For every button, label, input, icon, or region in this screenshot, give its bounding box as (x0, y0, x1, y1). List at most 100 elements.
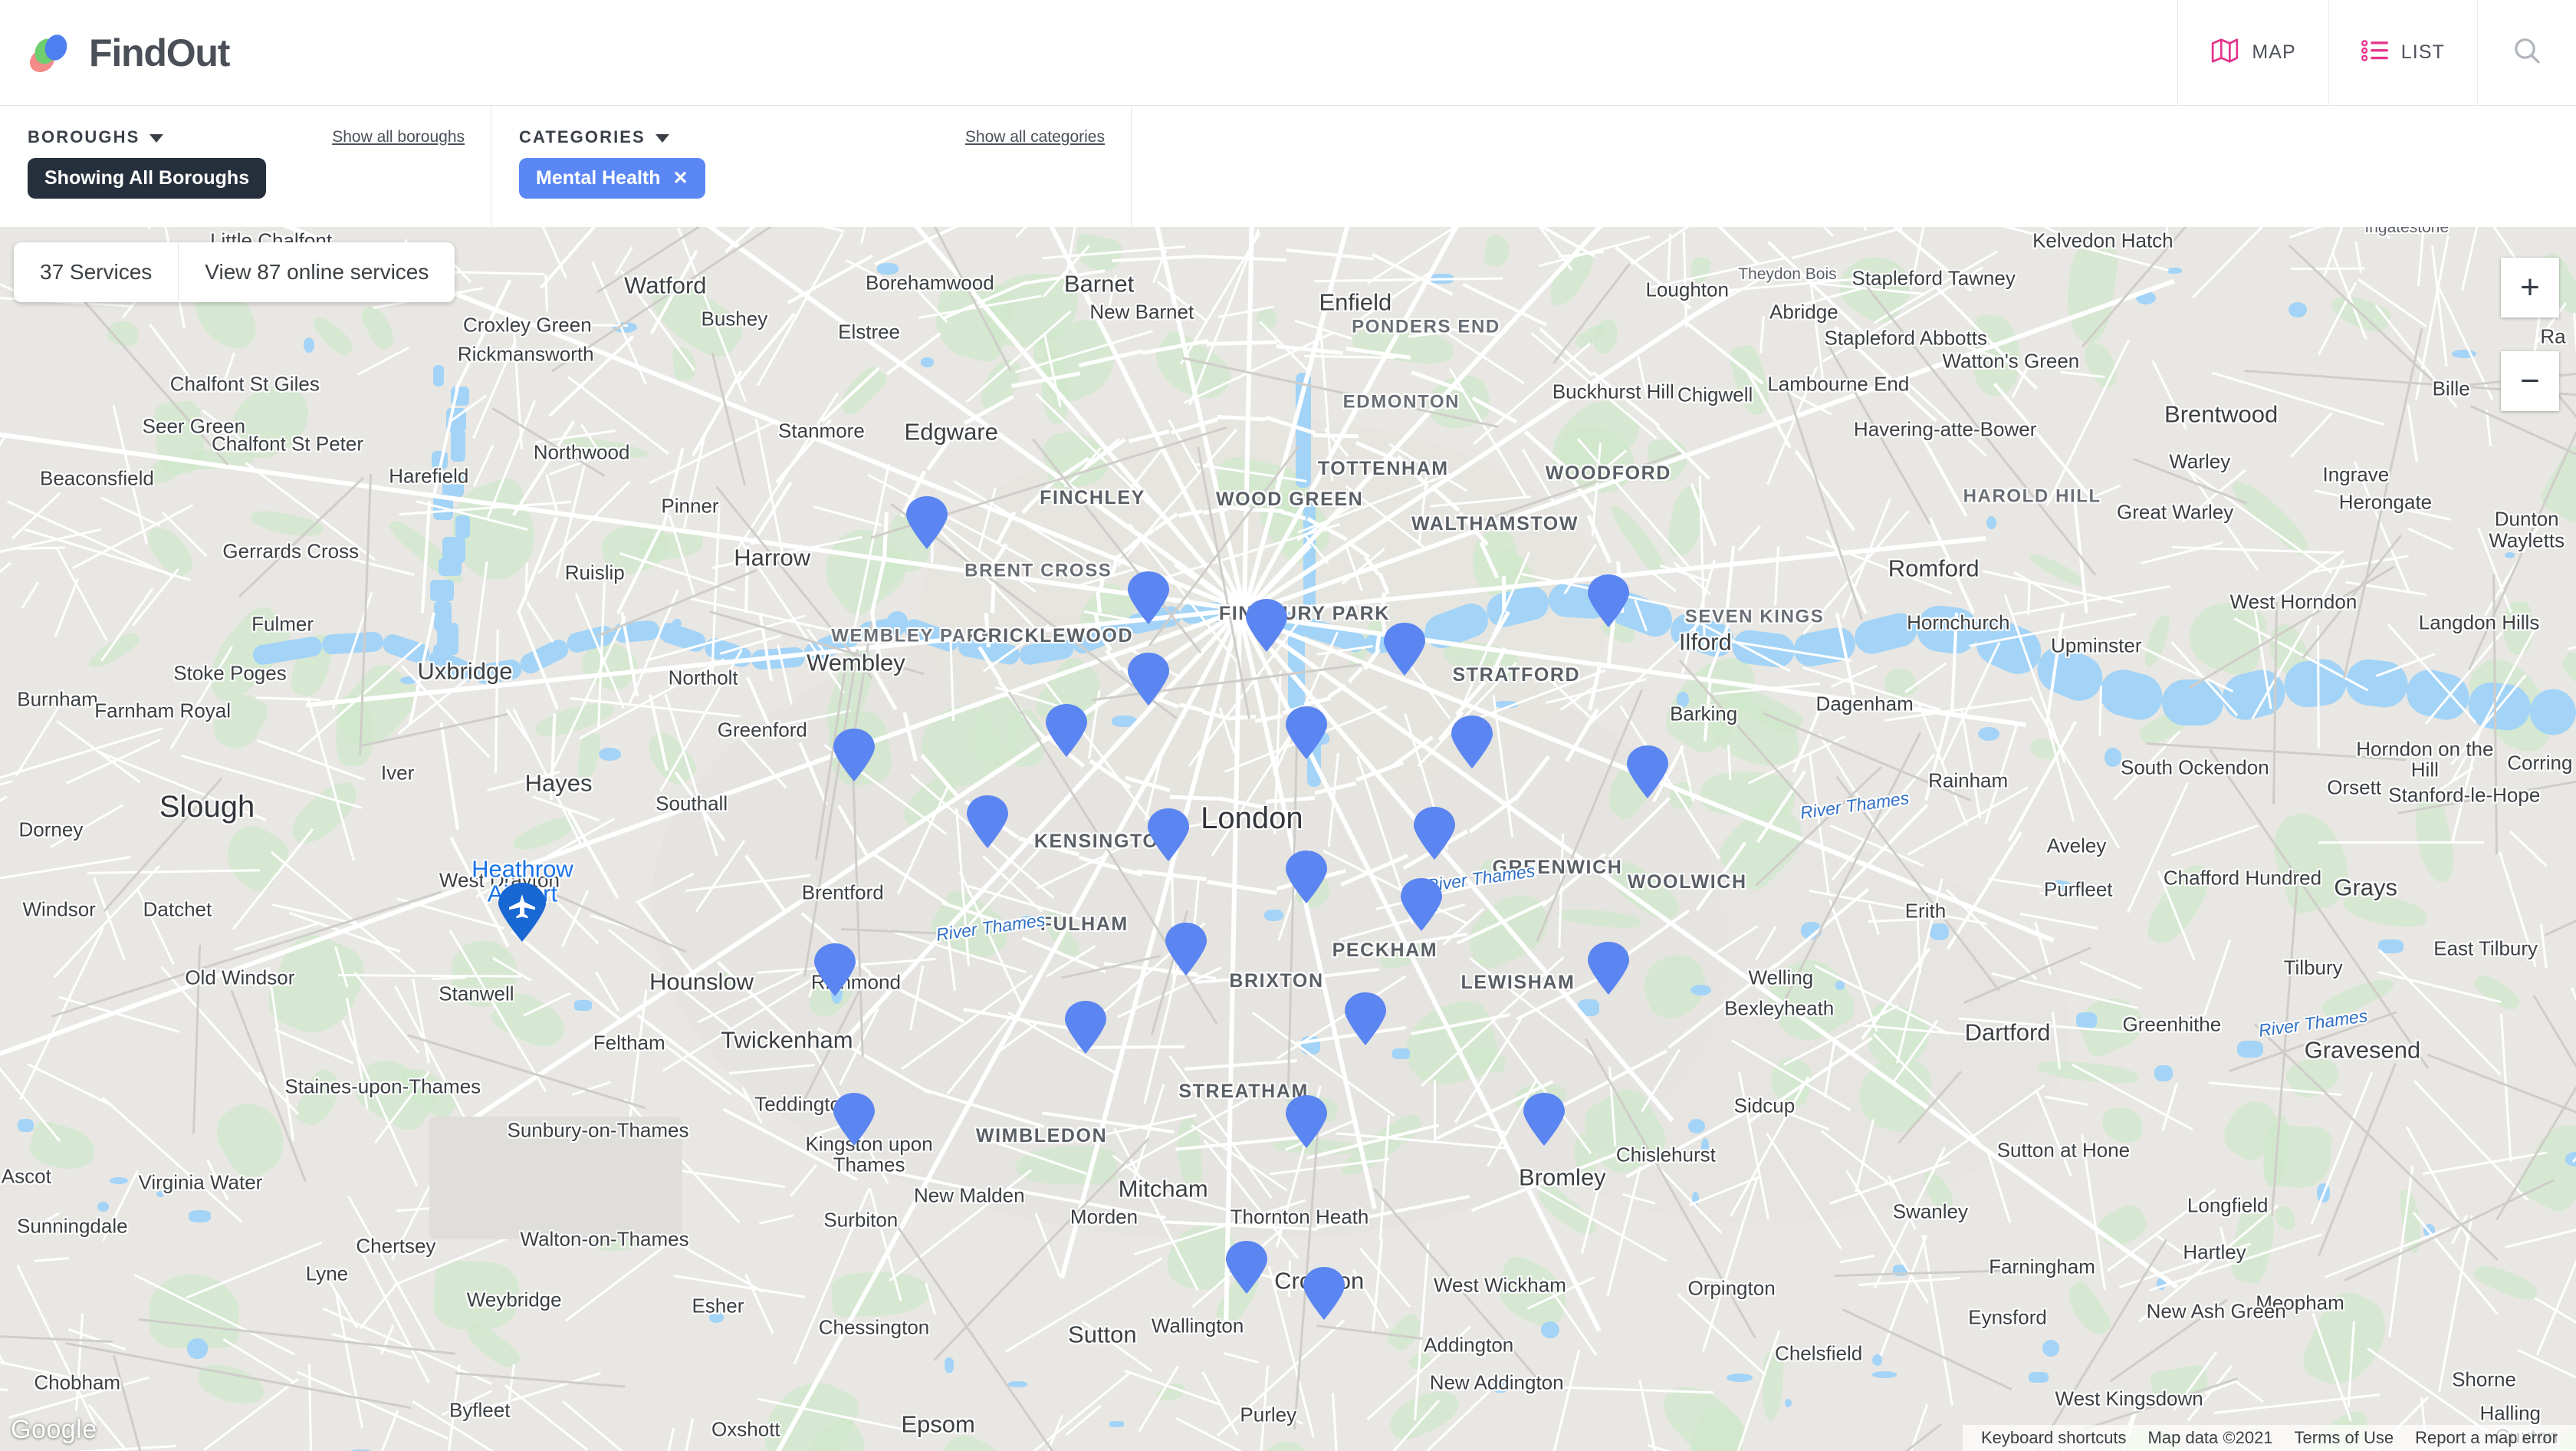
local-road (1676, 1293, 1764, 1375)
map-pin-icon[interactable] (1246, 598, 1288, 653)
local-road (2203, 939, 2231, 1016)
map-label-east-tilbury: East Tilbury (2433, 936, 2538, 959)
park-patch (672, 345, 698, 381)
map-pin-icon[interactable] (1413, 807, 1455, 860)
water-patch (1700, 1138, 1709, 1157)
map-pin-icon[interactable] (1147, 808, 1189, 862)
map-pin-icon[interactable] (1627, 745, 1669, 799)
zoom-in-button[interactable]: + (2501, 258, 2559, 318)
local-road (131, 568, 179, 627)
local-road (100, 496, 161, 528)
tab-services-count[interactable]: 37 Services (14, 242, 178, 302)
map-pin-icon[interactable] (1285, 851, 1327, 904)
tab-online-services[interactable]: View 87 online services (178, 242, 455, 302)
zoom-out-button[interactable]: − (2501, 351, 2559, 411)
lake (432, 644, 450, 662)
category-chip-mental-health[interactable]: Mental Health ✕ (519, 158, 705, 199)
map-label-romford: Romford (1888, 555, 1980, 583)
airport-pin-icon[interactable] (498, 883, 547, 943)
map-pin-icon[interactable] (1045, 704, 1087, 758)
water-patch (1784, 1398, 1792, 1407)
local-road (540, 323, 629, 327)
map-label-buckhurst-hill: Buckhurst Hill (1552, 380, 1674, 403)
local-road (148, 323, 190, 377)
local-road (347, 1410, 399, 1451)
brand[interactable]: FindOut (0, 0, 230, 105)
map-pin-icon[interactable] (1587, 942, 1629, 995)
show-all-boroughs-link[interactable]: Show all boroughs (332, 128, 465, 146)
map-pin-icon[interactable] (833, 729, 876, 782)
map-label-epsom: Epsom (901, 1410, 975, 1438)
attribution-link-2[interactable]: Terms of Use (2284, 1428, 2405, 1448)
park-patch (2514, 1114, 2576, 1218)
map-pin-icon[interactable] (1127, 652, 1169, 706)
map-pin-icon[interactable] (1587, 574, 1629, 628)
search-button[interactable] (2477, 0, 2576, 105)
local-road (744, 1274, 774, 1334)
map-view[interactable]: Little Chalfont Watford Borehamwood Barnet E… (0, 227, 2576, 1451)
services-card: 37 Services View 87 online services (14, 242, 455, 302)
water-patch (2042, 1340, 2060, 1357)
filter-group-boroughs: BOROUGHS Show all boroughs Showing All B… (0, 106, 491, 227)
categories-dropdown[interactable]: CATEGORIES (519, 127, 669, 147)
local-road (473, 444, 495, 487)
local-road (2326, 227, 2392, 239)
close-icon[interactable]: ✕ (673, 169, 688, 188)
map-pin-icon[interactable] (1523, 1093, 1566, 1147)
map-pin-icon[interactable] (1400, 878, 1442, 932)
park-patch (2141, 857, 2218, 953)
water-patch (1392, 1048, 1410, 1059)
map-pin-icon[interactable] (1226, 1241, 1268, 1295)
ring-road (1462, 283, 1547, 327)
tab-map[interactable]: MAP (2177, 0, 2328, 105)
map-pin-icon[interactable] (1384, 623, 1426, 676)
local-road (20, 581, 39, 609)
local-road (2233, 1378, 2264, 1403)
map-pin-icon[interactable] (1165, 922, 1208, 976)
map-pin-icon[interactable] (1127, 571, 1169, 625)
park-patch (432, 1259, 521, 1333)
park-patch (575, 732, 602, 783)
map-pin-icon[interactable] (1303, 1267, 1346, 1321)
attribution-link-0[interactable]: Keyboard shortcuts (1970, 1428, 2137, 1448)
map-pin-icon[interactable] (1451, 716, 1493, 769)
borough-chip[interactable]: Showing All Boroughs (28, 158, 267, 199)
local-road (1940, 641, 2002, 765)
boroughs-dropdown[interactable]: BOROUGHS (28, 127, 164, 147)
attribution-link-3[interactable]: Report a map error (2404, 1428, 2568, 1448)
local-road (2151, 360, 2187, 430)
water-patch (2028, 1372, 2049, 1383)
rail-line (1783, 377, 1864, 620)
attribution-link-1[interactable]: Map data ©2021 (2137, 1428, 2284, 1448)
water-patch (156, 1190, 165, 1197)
tab-list[interactable]: LIST (2328, 0, 2477, 105)
map-canvas[interactable]: Little Chalfont Watford Borehamwood Barnet E… (0, 227, 2576, 1451)
map-pin-icon[interactable] (813, 943, 856, 997)
map-pin-icon[interactable] (1285, 1094, 1327, 1149)
map-label-lyne: Lyne (305, 1262, 349, 1285)
show-all-categories-link[interactable]: Show all categories (965, 128, 1105, 146)
local-road (1840, 1255, 1875, 1264)
park-patch (357, 302, 399, 353)
map-pin-icon[interactable] (1344, 992, 1386, 1046)
map-pin-icon[interactable] (1065, 1000, 1107, 1055)
map-pin-icon[interactable] (833, 1093, 876, 1147)
rail-line (2532, 995, 2576, 1097)
local-road (2140, 541, 2223, 565)
local-road (0, 1215, 5, 1363)
rail-line (895, 1224, 1113, 1451)
local-road (1792, 227, 1904, 260)
local-road (335, 553, 416, 577)
map-pin-icon[interactable] (966, 795, 1008, 849)
lake (439, 558, 462, 576)
water-patch (2104, 748, 2122, 767)
tab-list-label: LIST (2400, 41, 2445, 63)
local-road (0, 795, 8, 824)
ring-road (787, 254, 874, 304)
local-road (1987, 877, 2042, 888)
local-road (504, 1384, 590, 1451)
map-pin-icon[interactable] (1285, 706, 1327, 760)
map-pin-icon[interactable] (905, 495, 948, 550)
local-road (813, 505, 882, 527)
water-patch (2154, 1064, 2173, 1081)
